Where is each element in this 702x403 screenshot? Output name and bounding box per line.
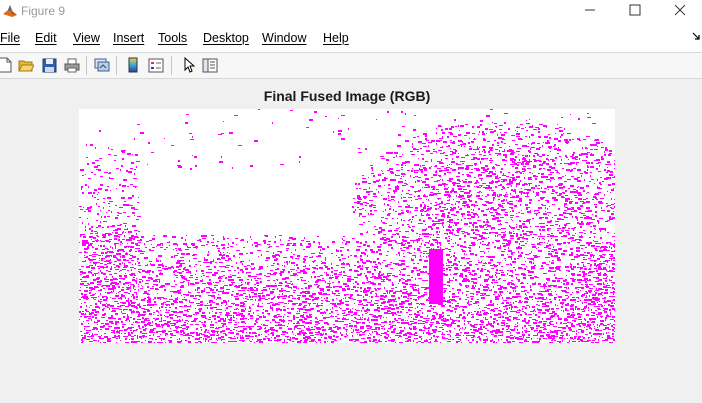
property-inspector-icon[interactable]	[201, 56, 219, 74]
toolbar-separator	[86, 56, 87, 75]
menu-view[interactable]: View	[73, 31, 100, 45]
menu-tools[interactable]: Tools	[158, 31, 187, 45]
menu-bar: File Edit View Insert Tools Desktop Wind…	[0, 24, 702, 53]
minimize-button[interactable]	[567, 0, 613, 24]
edge-pixels	[79, 109, 615, 343]
edit-plot-icon[interactable]	[180, 56, 198, 74]
matlab-icon	[2, 3, 18, 19]
dock-arrow-icon[interactable]	[692, 32, 700, 43]
menu-window[interactable]: Window	[262, 31, 306, 45]
window-title: Figure 9	[21, 4, 66, 18]
menu-help[interactable]: Help	[323, 31, 349, 45]
link-plot-icon[interactable]	[93, 56, 111, 74]
menu-desktop[interactable]: Desktop	[203, 31, 249, 45]
title-bar: Figure 9	[0, 0, 702, 24]
figure-toolbar	[0, 53, 702, 79]
menu-edit[interactable]: Edit	[35, 31, 57, 45]
print-icon[interactable]	[63, 56, 81, 74]
insert-legend-icon[interactable]	[147, 56, 165, 74]
new-figure-icon[interactable]	[0, 56, 14, 74]
menu-file[interactable]: File	[0, 31, 20, 45]
minimize-icon	[584, 3, 596, 21]
fused-image	[79, 109, 615, 343]
insert-colorbar-icon[interactable]	[124, 56, 142, 74]
menu-insert[interactable]: Insert	[113, 31, 144, 45]
tree-trunk	[429, 249, 443, 304]
save-icon[interactable]	[40, 56, 58, 74]
open-file-icon[interactable]	[17, 56, 35, 74]
toolbar-separator	[171, 56, 172, 75]
maximize-button[interactable]	[612, 0, 658, 24]
close-button[interactable]	[657, 0, 702, 24]
toolbar-separator	[116, 56, 117, 75]
maximize-icon	[629, 3, 641, 21]
fused-image-canvas	[79, 109, 615, 343]
close-icon	[674, 3, 686, 21]
axes-title: Final Fused Image (RGB)	[263, 88, 431, 104]
